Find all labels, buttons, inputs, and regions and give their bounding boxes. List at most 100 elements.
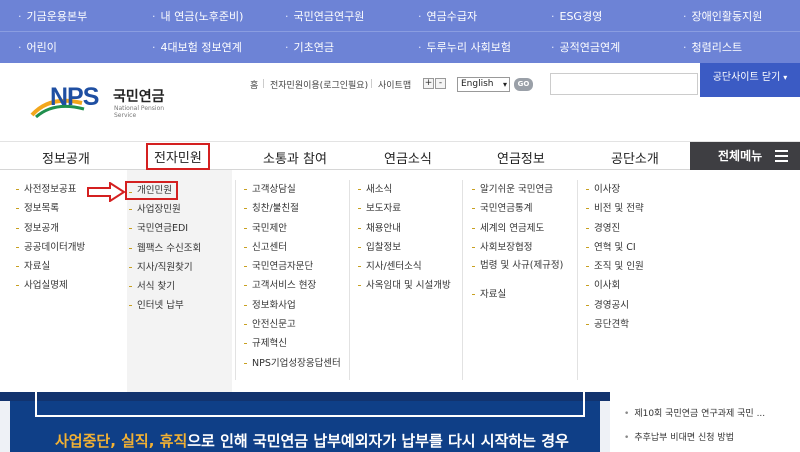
home-link[interactable]: 홈: [250, 78, 258, 91]
chevron-down-icon: ▾: [502, 80, 507, 89]
menu-item[interactable]: 국민제안: [242, 219, 347, 238]
top-link[interactable]: 연금수급자: [418, 8, 478, 24]
top-link[interactable]: 내 연금(노후준비): [152, 8, 244, 24]
menu-column-news: 새소식 보도자료 채용안내 입찰정보 지사/센터소식 사옥임대 및 시설개방: [356, 180, 461, 296]
menu-item[interactable]: 경영공시: [584, 296, 689, 315]
top-link[interactable]: 기금운용본부: [18, 8, 88, 24]
menu-item[interactable]: 이사장: [584, 180, 689, 199]
top-link[interactable]: ESG경영: [551, 8, 603, 24]
menu-item[interactable]: 지사/센터소식: [356, 257, 461, 276]
menu-item-personal-service[interactable]: 개인민원: [125, 181, 178, 200]
nav-item-info-disclosure[interactable]: 정보공개: [42, 148, 90, 167]
go-button[interactable]: GO: [514, 78, 533, 91]
logo-korean: 국민연금: [113, 89, 165, 105]
menu-item[interactable]: 이사회: [584, 276, 689, 295]
logo-english: National Pension Service: [114, 105, 165, 119]
util-divider: [371, 79, 372, 88]
menu-item[interactable]: 안전신문고: [242, 315, 347, 334]
menu-item[interactable]: 웹팩스 수신조회: [127, 239, 232, 258]
top-link-bar: 기금운용본부 내 연금(노후준비) 국민연금연구원 연금수급자 ESG경영 장애…: [0, 0, 800, 63]
menu-item[interactable]: 국민연금자문단: [242, 257, 347, 276]
menu-item[interactable]: 사업장민원: [127, 200, 232, 219]
menu-item[interactable]: 사업실명제: [14, 276, 114, 295]
menu-item[interactable]: 고객서비스 현장: [242, 276, 347, 295]
nps-logo[interactable]: NPS 국민연금 National Pension Service: [30, 81, 175, 121]
menu-item[interactable]: 고객상담실: [242, 180, 347, 199]
menu-divider: [349, 180, 350, 380]
arrow-right-icon: [87, 182, 126, 202]
menu-item[interactable]: 알기쉬운 국민연금: [470, 180, 575, 199]
menu-divider: [235, 180, 236, 380]
menu-item[interactable]: 사옥임대 및 시설개방: [356, 276, 461, 295]
menu-item[interactable]: 자료실: [14, 257, 114, 276]
nav-item-pension-news[interactable]: 연금소식: [384, 148, 432, 167]
nav-item-communication[interactable]: 소통과 참여: [263, 148, 327, 167]
menu-item[interactable]: 보도자료: [356, 199, 461, 218]
menu-item[interactable]: 지사/직원찾기: [127, 258, 232, 277]
menu-item[interactable]: 정보화사업: [242, 296, 347, 315]
close-site-label: 공단사이트 닫기: [712, 72, 781, 83]
menu-item[interactable]: 경영진: [584, 219, 689, 238]
news-item[interactable]: 추후납부 비대면 신청 방법: [624, 430, 734, 443]
nav-item-pension-info[interactable]: 연금정보: [497, 148, 545, 167]
menu-item[interactable]: 칭찬/불친절: [242, 199, 347, 218]
banner-accent: 사업중단, 실직, 휴직: [55, 432, 188, 450]
menu-item[interactable]: 국민연금EDI: [127, 219, 232, 238]
all-menu-button[interactable]: 전체메뉴: [690, 142, 800, 170]
banner-frame: [35, 392, 585, 417]
zoom-out-button[interactable]: -: [435, 78, 446, 89]
util-divider: [263, 79, 264, 88]
banner-text: 사업중단, 실직, 휴직으로 인해 국민연금 납부예외자가 납부를 다시 시작하…: [55, 430, 569, 451]
main-nav: 정보공개 전자민원 소통과 참여 연금소식 연금정보 공단소개 전체메뉴: [0, 141, 800, 170]
menu-item[interactable]: 법령 및 사규(제규정): [470, 257, 565, 285]
nav-item-about[interactable]: 공단소개: [611, 148, 659, 167]
all-menu-label: 전체메뉴: [718, 149, 763, 163]
news-list: 제10회 국민연금 연구과제 국민 ... 추후납부 비대면 신청 방법: [610, 392, 800, 452]
menu-item[interactable]: 채용안내: [356, 219, 461, 238]
top-link[interactable]: 기초연금: [285, 39, 334, 55]
menu-item[interactable]: NPS기업성장응답센터: [242, 354, 347, 373]
top-link-row-1: 기금운용본부 내 연금(노후준비) 국민연금연구원 연금수급자 ESG경영 장애…: [0, 0, 800, 30]
top-link[interactable]: 장애인활동지원: [683, 8, 763, 24]
menu-item[interactable]: 공단견학: [584, 315, 689, 334]
menu-item[interactable]: 국민연금통계: [470, 199, 575, 218]
menu-item[interactable]: 서식 찾기: [127, 277, 232, 296]
menu-item[interactable]: 신고센터: [242, 238, 347, 257]
top-link[interactable]: 어린이: [18, 39, 57, 55]
menu-item[interactable]: 입찰정보: [356, 238, 461, 257]
menu-item[interactable]: 조직 및 인원: [584, 257, 689, 276]
menu-item[interactable]: 자료실: [470, 285, 575, 304]
menu-item[interactable]: 정보공개: [14, 219, 114, 238]
menu-divider: [577, 180, 578, 380]
menu-column-communication: 고객상담실 칭찬/불친절 국민제안 신고센터 국민연금자문단 고객서비스 현장 …: [242, 180, 347, 373]
menu-item[interactable]: 세계의 연금제도: [470, 219, 575, 238]
logo-text: NPS: [50, 83, 99, 111]
sitemap-link[interactable]: 사이트맵: [378, 78, 411, 91]
news-item[interactable]: 제10회 국민연금 연구과제 국민 ...: [624, 406, 765, 419]
menu-item[interactable]: 사회보장협정: [470, 238, 575, 257]
menu-item[interactable]: 공공데이터개방: [14, 238, 114, 257]
nav-item-e-service[interactable]: 전자민원: [146, 143, 210, 170]
language-select[interactable]: English ▾: [457, 77, 510, 92]
close-site-button[interactable]: 공단사이트 닫기 ▾: [700, 63, 800, 97]
menu-item[interactable]: 규제혁신: [242, 334, 347, 353]
menu-divider: [462, 180, 463, 380]
menu-item[interactable]: 인터넷 납부: [127, 296, 232, 315]
top-link[interactable]: 4대보험 정보연계: [152, 39, 242, 55]
zoom-in-button[interactable]: +: [423, 78, 434, 89]
menu-item[interactable]: 새소식: [356, 180, 461, 199]
language-value: English: [461, 79, 494, 89]
menu-item[interactable]: 비전 및 전략: [584, 199, 689, 218]
menu-item[interactable]: 연혁 및 CI: [584, 238, 689, 257]
menu-item[interactable]: 정보목록: [14, 199, 114, 218]
e-service-login-link[interactable]: 전자민원이용(로그인필요): [270, 78, 368, 91]
top-link[interactable]: 국민연금연구원: [285, 8, 365, 24]
top-link[interactable]: 공적연금연계: [551, 39, 621, 55]
top-link-row-2: 어린이 4대보험 정보연계 기초연금 두루누리 사회보험 공적연금연계 청렴리스…: [0, 31, 800, 61]
menu-column-e-service: 개인민원 사업장민원 국민연금EDI 웹팩스 수신조회 지사/직원찾기 서식 찾…: [125, 170, 232, 392]
main-banner[interactable]: 사업중단, 실직, 휴직으로 인해 국민연금 납부예외자가 납부를 다시 시작하…: [0, 392, 610, 452]
top-link[interactable]: 청렴리스트: [683, 39, 743, 55]
menu-column-pension-info: 알기쉬운 국민연금 국민연금통계 세계의 연금제도 사회보장협정 법령 및 사규…: [470, 180, 575, 304]
top-link[interactable]: 두루누리 사회보험: [418, 39, 511, 55]
search-input[interactable]: [550, 73, 698, 95]
